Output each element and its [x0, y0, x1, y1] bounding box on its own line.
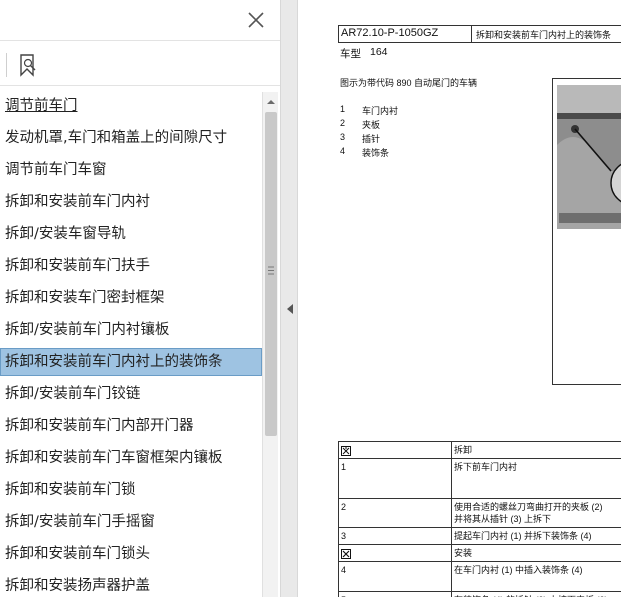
bookmark-label: 拆卸和安装前车门车窗框架内镶板 [5, 450, 223, 466]
bookmark-label: 拆卸/安装前车门手摇窗 [5, 514, 155, 530]
bookmark-label: 拆卸和安装前车门锁头 [5, 546, 150, 562]
bookmark-label: 拆卸/安装前车门内衬镶板 [5, 322, 170, 338]
procedure-row: 3 提起车门内衬 (1) 并拆下装饰条 (4) [338, 527, 621, 545]
procedure-table: 拆卸 1 拆下前车门内衬 2 使用合适的螺丝刀弯曲打开的夹板 (2) 并将其从插针 (3… [338, 441, 621, 597]
close-icon [248, 12, 264, 28]
document-code: AR72.10-P-1050GZ [341, 27, 439, 39]
step-text: 使用合适的螺丝刀弯曲打开的夹板 (2) 并将其从插针 (3) 上拆下 [451, 498, 621, 528]
remove-icon [338, 441, 452, 459]
bookmark-item[interactable]: 拆卸和安装前车门内衬上的装饰条 [0, 348, 262, 376]
step-number: 4 [338, 561, 452, 592]
bookmark-label: 拆卸和安装前车门内衬上的装饰条 [5, 354, 223, 370]
bookmark-item[interactable]: 拆卸和安装前车门锁头 [0, 540, 262, 568]
step-number: 2 [338, 498, 452, 528]
bookmark-item[interactable]: 调节前车门车窗 [0, 156, 262, 184]
close-panel-button[interactable] [244, 8, 268, 32]
bookmarks-toolbar [0, 40, 280, 86]
scroll-thumb[interactable] [265, 112, 277, 436]
bookmark-label: 拆卸和安装前车门内衬 [5, 194, 150, 210]
legend-number: 2 [340, 118, 346, 128]
door-trim-photo [557, 85, 621, 229]
legend-text: 插针 [362, 134, 381, 144]
scrollbar[interactable] [262, 92, 278, 597]
bookmark-item[interactable]: 拆卸/安装前车门手摇窗 [0, 508, 262, 536]
bookmark-label: 拆卸/安装前车门铰链 [5, 386, 141, 402]
bookmark-options-button[interactable] [18, 53, 40, 77]
toolbar-divider [6, 53, 7, 77]
bookmark-icon [20, 54, 36, 77]
step-text: 提起车门内衬 (1) 并拆下装饰条 (4) [451, 527, 621, 545]
step-text: 拆下前车门内衬 [451, 458, 621, 499]
step-text: 安装 [451, 544, 621, 562]
document-heading: 拆卸和安装前车门内衬上的装饰条 [476, 30, 612, 40]
procedure-row: 1 拆下前车门内衬 [338, 458, 621, 499]
procedure-row: 4 在车门内衬 (1) 中插入装饰条 (4) [338, 561, 621, 592]
bookmark-label: 拆卸和安装前车门内部开门器 [5, 418, 194, 434]
bookmark-label: 拆卸和安装前车门扶手 [5, 258, 150, 274]
bookmark-item[interactable]: 拆卸和安装扬声器护盖 [0, 572, 262, 597]
legend-number: 4 [340, 146, 346, 156]
legend-text: 装饰条 [362, 148, 390, 158]
step-text: 在装饰条 (4) 的插针 (3) 上按下夹板 (2) [451, 591, 621, 597]
install-icon [338, 544, 452, 562]
bookmark-label: 拆卸和安装扬声器护盖 [5, 578, 150, 594]
document-header: AR72.10-P-1050GZ 拆卸和安装前车门内衬上的装饰条 [338, 25, 621, 43]
procedure-row: 安装 [338, 544, 621, 562]
legend-text: 夹板 [362, 120, 381, 130]
legend-text: 车门内衬 [362, 106, 399, 116]
scroll-up-button[interactable] [263, 94, 279, 108]
step-text: 在车门内衬 (1) 中插入装饰条 (4) [451, 561, 621, 592]
figure-frame [552, 78, 621, 385]
panel-splitter[interactable] [280, 0, 298, 597]
bookmark-item[interactable]: 拆卸和安装前车门车窗框架内镶板 [0, 444, 262, 472]
bookmark-item[interactable]: 拆卸和安装前车门锁 [0, 476, 262, 504]
bookmark-item[interactable]: 拆卸和安装车门密封框架 [0, 284, 262, 312]
bookmark-label: 调节前车门车窗 [5, 162, 107, 178]
step-number: 1 [338, 458, 452, 499]
step-number: 5 [338, 591, 452, 597]
bookmark-item[interactable]: 拆卸和安装前车门内部开门器 [0, 412, 262, 440]
chevron-left-icon [287, 304, 293, 314]
bookmark-item[interactable]: 拆卸/安装车窗导轨 [0, 220, 262, 248]
bookmark-label: 拆卸和安装车门密封框架 [5, 290, 165, 306]
bookmark-item[interactable]: 拆卸和安装前车门扶手 [0, 252, 262, 280]
bookmark-item[interactable]: 拆卸/安装前车门内衬镶板 [0, 316, 262, 344]
bookmark-label: 调节前车门 [5, 98, 78, 114]
bookmark-item[interactable]: 发动机罩,车门和箱盖上的间隙尺寸 [0, 124, 262, 152]
collapse-panel-button[interactable] [286, 300, 294, 314]
bookmark-label: 发动机罩,车门和箱盖上的间隙尺寸 [5, 130, 228, 146]
chevron-up-icon [267, 100, 275, 104]
step-text: 拆卸 [451, 441, 621, 459]
grip-icon [268, 266, 274, 275]
procedure-row: 拆卸 [338, 441, 621, 459]
legend-number: 1 [340, 104, 346, 114]
bookmark-item[interactable]: 拆卸和安装前车门内衬 [0, 188, 262, 216]
procedure-row: 5在装饰条 (4) 的插针 (3) 上按下夹板 (2) [338, 591, 621, 597]
procedure-row: 2 使用合适的螺丝刀弯曲打开的夹板 (2) 并将其从插针 (3) 上拆下 [338, 498, 621, 528]
bookmark-label: 拆卸/安装车窗导轨 [5, 226, 126, 242]
bookmark-list: 调节前车门 发动机罩,车门和箱盖上的间隙尺寸 调节前车门车窗 拆卸和安装前车门内衬 拆卸… [0, 92, 262, 597]
figure-caption: 图示为带代码 890 自动尾门的车辆 [340, 78, 478, 88]
bookmark-item[interactable]: 调节前车门 [0, 92, 262, 120]
legend-number: 3 [340, 132, 346, 142]
bookmark-item[interactable]: 拆卸/安装前车门铰链 [0, 380, 262, 408]
model-value: 164 [370, 46, 388, 58]
bookmark-label: 拆卸和安装前车门锁 [5, 482, 136, 498]
step-number: 3 [338, 527, 452, 545]
model-label: 车型 [340, 48, 361, 60]
header-divider [471, 26, 472, 42]
document-viewer[interactable]: AR72.10-P-1050GZ 拆卸和安装前车门内衬上的装饰条 车型 164 … [298, 0, 621, 597]
bookmarks-panel: 调节前车门 发动机罩,车门和箱盖上的间隙尺寸 调节前车门车窗 拆卸和安装前车门内衬 拆卸… [0, 0, 280, 597]
